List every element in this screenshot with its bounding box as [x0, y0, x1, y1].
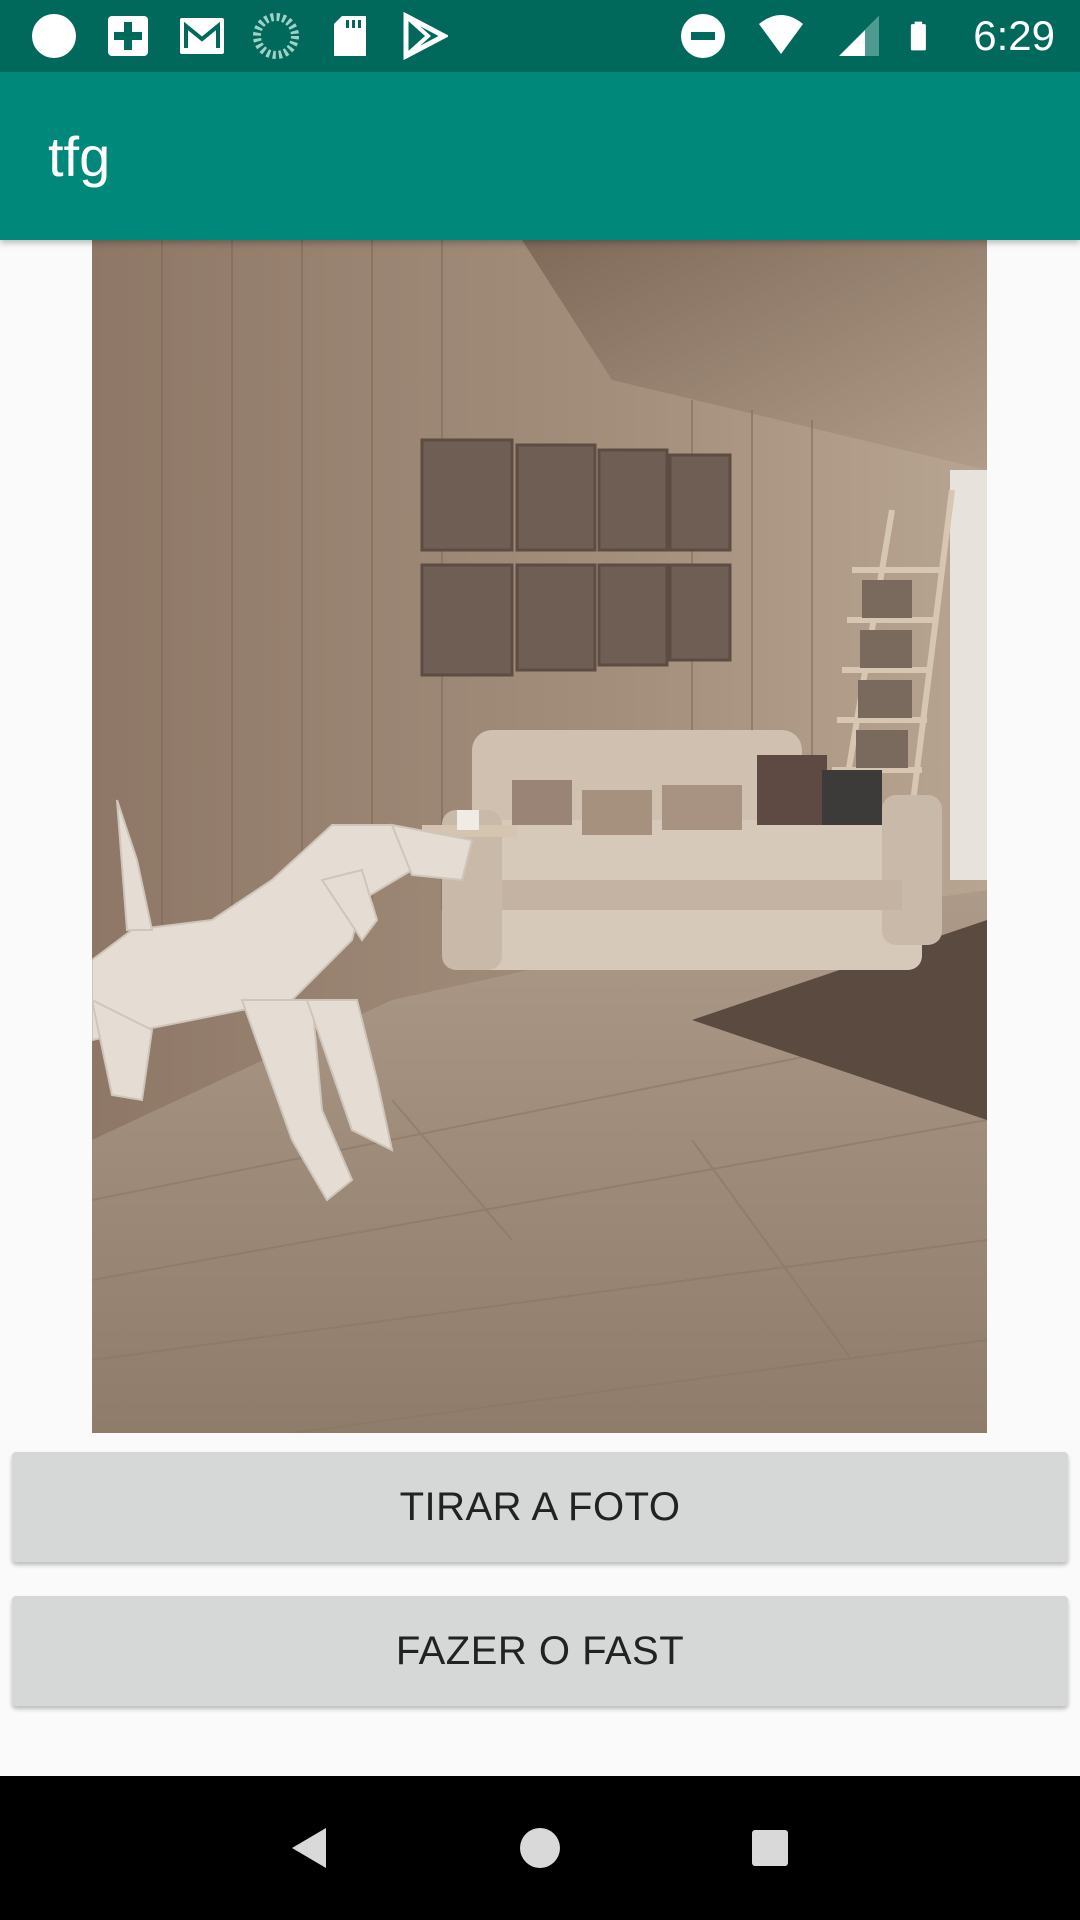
- battery-icon: [911, 21, 927, 51]
- status-bar: 6:29: [0, 0, 1080, 72]
- cell-signal-icon: [839, 16, 880, 56]
- recents-icon: [752, 1830, 788, 1866]
- home-icon: [520, 1828, 560, 1868]
- sd-card-icon: [334, 16, 366, 56]
- gmail-icon: [180, 18, 224, 54]
- play-store-icon: [403, 12, 448, 60]
- circle-icon: [32, 14, 76, 58]
- nav-home-button[interactable]: [510, 1818, 570, 1878]
- take-photo-button[interactable]: TIRAR A FOTO: [12, 1452, 1068, 1562]
- do-not-disturb-icon: [681, 14, 726, 58]
- status-right-icons: 6:29: [679, 12, 1055, 60]
- back-icon: [292, 1828, 326, 1868]
- navigation-bar: [0, 1776, 1080, 1920]
- room-with-dog-photo: [92, 240, 987, 1433]
- nav-back-button[interactable]: [280, 1818, 340, 1878]
- hospital-cross-icon: [108, 16, 148, 56]
- status-left-icons: [30, 12, 448, 60]
- app-title: tfg: [48, 124, 111, 188]
- wifi-icon: [759, 15, 804, 54]
- do-fast-button[interactable]: FAZER O FAST: [12, 1596, 1068, 1706]
- nav-recents-button[interactable]: [740, 1818, 800, 1878]
- sync-progress-icon: [253, 13, 299, 59]
- status-time: 6:29: [973, 12, 1055, 59]
- app-bar: tfg: [0, 72, 1080, 240]
